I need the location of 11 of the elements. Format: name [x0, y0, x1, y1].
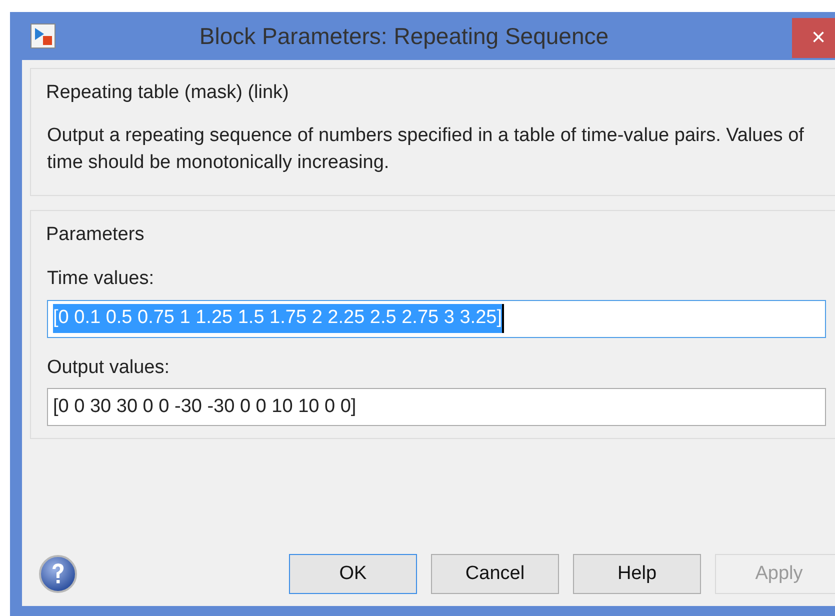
field-label: Time values: — [47, 267, 155, 292]
help-icon[interactable] — [38, 554, 78, 594]
dialog-button[interactable]: OK — [289, 554, 417, 594]
description-text: Output a repeating sequence of numbers specified in a table of time-value pairs. Values of time should be monotonically increasing. — [47, 124, 805, 176]
block-icon — [30, 23, 56, 49]
window-title: Block Parameters: Repeating Sequence — [198, 22, 610, 51]
dialog-button[interactable]: Help — [573, 554, 701, 594]
input-field[interactable]: [0 0 30 30 0 0 -30 -30 0 0 10 10 0 0] — [47, 388, 826, 426]
close-button[interactable]: × — [792, 18, 835, 58]
field-label: Output values: — [47, 356, 171, 380]
dialog-button[interactable]: Cancel — [431, 554, 559, 594]
